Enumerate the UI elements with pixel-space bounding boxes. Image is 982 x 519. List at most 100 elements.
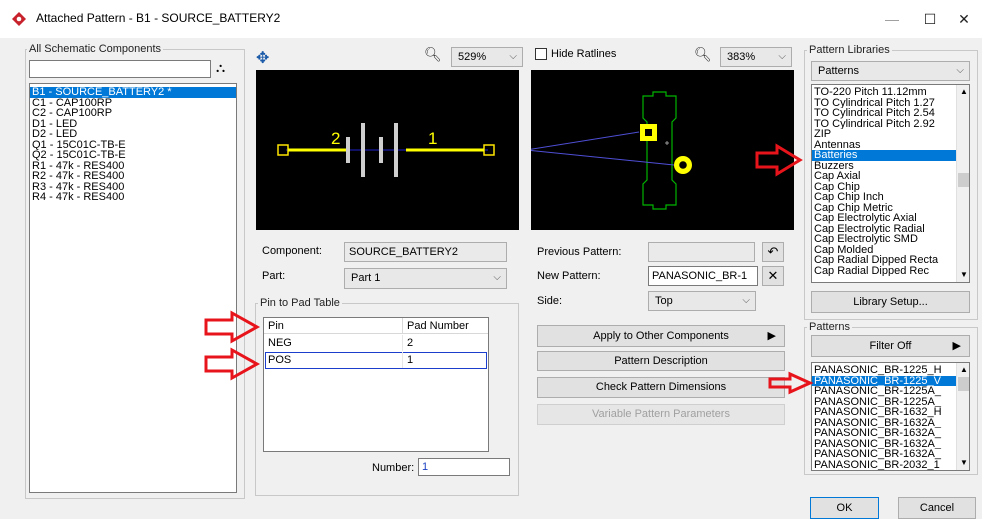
pattern-list-item[interactable]: PANASONIC_BR-2032_1: [812, 460, 956, 471]
pattern-list-item[interactable]: PANASONIC_BR-1225A_: [812, 397, 956, 408]
close-button[interactable]: ✕: [950, 8, 978, 30]
app-icon: [12, 12, 26, 26]
side-select[interactable]: Top ⌵: [648, 291, 756, 311]
apply-label: Apply to Other Components: [593, 330, 729, 342]
clear-pattern-icon[interactable]: ✕: [762, 266, 784, 286]
play-arrow-icon: ▶: [767, 330, 776, 342]
library-list-item[interactable]: ZIP: [812, 129, 956, 140]
library-list-item[interactable]: TO-220 Pitch 11.12mm: [812, 87, 956, 98]
part-select[interactable]: Part 1 ⌵: [344, 268, 507, 289]
list-item[interactable]: C2 - CAP100RP: [30, 108, 236, 119]
pattern-list-item[interactable]: PANASONIC_BR-1632A_: [812, 428, 956, 439]
ratline: [525, 149, 675, 166]
list-item[interactable]: D1 - LED: [30, 119, 236, 130]
pattern-list-item[interactable]: PANASONIC_BR-1632_H: [812, 407, 956, 418]
library-list-item[interactable]: Cap Electrolytic Axial: [812, 213, 956, 224]
cancel-button[interactable]: Cancel: [898, 497, 976, 519]
library-setup-button[interactable]: Library Setup...: [811, 291, 970, 313]
chevron-down-icon: ⌵: [509, 51, 517, 62]
undo-icon[interactable]: ↶: [762, 242, 784, 262]
part-value: Part 1: [351, 272, 381, 284]
table-row-pad[interactable]: 2: [403, 335, 488, 351]
library-list-item[interactable]: Buzzers: [812, 161, 956, 172]
pcb-preview[interactable]: [525, 70, 794, 230]
binoculars-icon[interactable]: ⛬: [216, 60, 225, 76]
list-item[interactable]: Q2 - 15C01C-TB-E: [30, 150, 236, 161]
schematic-zoom-select[interactable]: 529% ⌵: [451, 47, 523, 67]
play-arrow-icon: ▶: [952, 340, 961, 352]
schematic-preview[interactable]: 2 1: [256, 70, 519, 230]
library-list[interactable]: TO-220 Pitch 11.12mm TO Cylindrical Pitch…: [811, 84, 970, 283]
ratline: [525, 131, 640, 151]
pattern-scrollbar[interactable]: ▲ ▼: [956, 363, 969, 470]
scroll-thumb[interactable]: [958, 173, 969, 187]
patterns-legend: Patterns: [807, 321, 852, 333]
window-title: Attached Pattern - B1 - SOURCE_BATTERY2: [36, 11, 281, 25]
pin-table[interactable]: Pin Pad Number NEG 2 POS 1: [263, 317, 489, 452]
table-row-pad[interactable]: 1: [403, 352, 488, 368]
scroll-thumb[interactable]: [958, 377, 969, 391]
library-list-item[interactable]: Cap Molded: [812, 245, 956, 256]
table-row-pin[interactable]: POS: [264, 352, 403, 368]
pattern-list-item[interactable]: PANASONIC_BR-1632A_: [812, 439, 956, 450]
library-list-item[interactable]: Batteries: [812, 150, 956, 161]
library-list-item[interactable]: Cap Chip Inch: [812, 192, 956, 203]
libraries-legend: Pattern Libraries: [807, 44, 892, 56]
library-list-item[interactable]: Cap Axial: [812, 171, 956, 182]
filter-button[interactable]: Filter Off ▶: [811, 335, 970, 357]
ok-button[interactable]: OK: [810, 497, 879, 519]
library-list-item[interactable]: TO Cylindrical Pitch 1.27: [812, 98, 956, 109]
library-list-item[interactable]: Cap Electrolytic SMD: [812, 234, 956, 245]
part-label: Part:: [262, 270, 286, 282]
components-list[interactable]: B1 - SOURCE_BATTERY2 * C1 - CAP100RP C2 - …: [29, 83, 237, 493]
library-list-item[interactable]: Cap Radial Dipped Recta: [812, 255, 956, 266]
pattern-list-item[interactable]: PANASONIC_BR-1225_V: [812, 375, 956, 386]
zoom-icon[interactable]: 🔍︎: [424, 46, 442, 63]
apply-to-other-components-button[interactable]: Apply to Other Components ▶: [537, 325, 785, 347]
list-item[interactable]: R4 - 47k - RES400: [30, 192, 236, 203]
number-input[interactable]: 1: [418, 458, 510, 476]
pattern-list[interactable]: PANASONIC_BR-1225_H PANASONIC_BR-1225_V PA…: [811, 362, 970, 471]
list-item[interactable]: R2 - 47k - RES400: [30, 171, 236, 182]
library-select[interactable]: Patterns ⌵: [811, 61, 970, 81]
library-list-item[interactable]: Cap Chip Metric: [812, 203, 956, 214]
new-pattern-field: PANASONIC_BR-1: [648, 266, 758, 286]
pattern-description-button[interactable]: Pattern Description: [537, 351, 785, 371]
variable-pattern-parameters-button[interactable]: Variable Pattern Parameters: [537, 404, 785, 425]
pattern-list-item[interactable]: PANASONIC_BR-1225A_: [812, 386, 956, 397]
pattern-list-item[interactable]: PANASONIC_BR-1632A_: [812, 449, 956, 460]
component-search-input[interactable]: [29, 60, 211, 78]
scroll-up-icon[interactable]: ▲: [960, 87, 968, 96]
zoom-icon[interactable]: 🔍︎: [694, 46, 712, 63]
library-select-value: Patterns: [818, 65, 859, 77]
check-pattern-dimensions-button[interactable]: Check Pattern Dimensions: [537, 377, 785, 398]
list-item[interactable]: B1 - SOURCE_BATTERY2 *: [30, 87, 236, 98]
maximize-button[interactable]: ☐: [916, 8, 944, 30]
hide-ratlines-checkbox[interactable]: [535, 48, 547, 60]
library-list-item[interactable]: Cap Electrolytic Radial: [812, 224, 956, 235]
list-item[interactable]: Q1 - 15C01C-TB-E: [30, 140, 236, 151]
pattern-list-item[interactable]: PANASONIC_BR-1632A_: [812, 418, 956, 429]
scroll-down-icon[interactable]: ▼: [960, 270, 968, 279]
pad-hole: [679, 161, 687, 169]
list-item[interactable]: R3 - 47k - RES400: [30, 182, 236, 193]
library-list-item[interactable]: TO Cylindrical Pitch 2.92: [812, 119, 956, 130]
pad-number-column-header[interactable]: Pad Number: [403, 318, 488, 334]
library-scrollbar[interactable]: ▲ ▼: [956, 85, 969, 282]
library-list-item[interactable]: Cap Chip: [812, 182, 956, 193]
library-list-item[interactable]: Cap Radial Dipped Rec: [812, 266, 956, 277]
pcb-zoom-select[interactable]: 383% ⌵: [720, 47, 792, 67]
side-label: Side:: [537, 295, 563, 307]
move-icon[interactable]: ✥: [256, 48, 269, 68]
table-row-pin[interactable]: NEG: [264, 335, 403, 351]
minimize-button[interactable]: —: [878, 8, 906, 30]
scroll-down-icon[interactable]: ▼: [960, 458, 968, 467]
library-list-item[interactable]: TO Cylindrical Pitch 2.54: [812, 108, 956, 119]
pattern-list-item[interactable]: PANASONIC_BR-1225_H: [812, 365, 956, 376]
library-list-item[interactable]: Antennas: [812, 140, 956, 151]
scroll-up-icon[interactable]: ▲: [960, 365, 968, 374]
pin-column-header[interactable]: Pin: [264, 318, 403, 334]
list-item[interactable]: R1 - 47k - RES400: [30, 161, 236, 172]
list-item[interactable]: C1 - CAP100RP: [30, 98, 236, 109]
list-item[interactable]: D2 - LED: [30, 129, 236, 140]
